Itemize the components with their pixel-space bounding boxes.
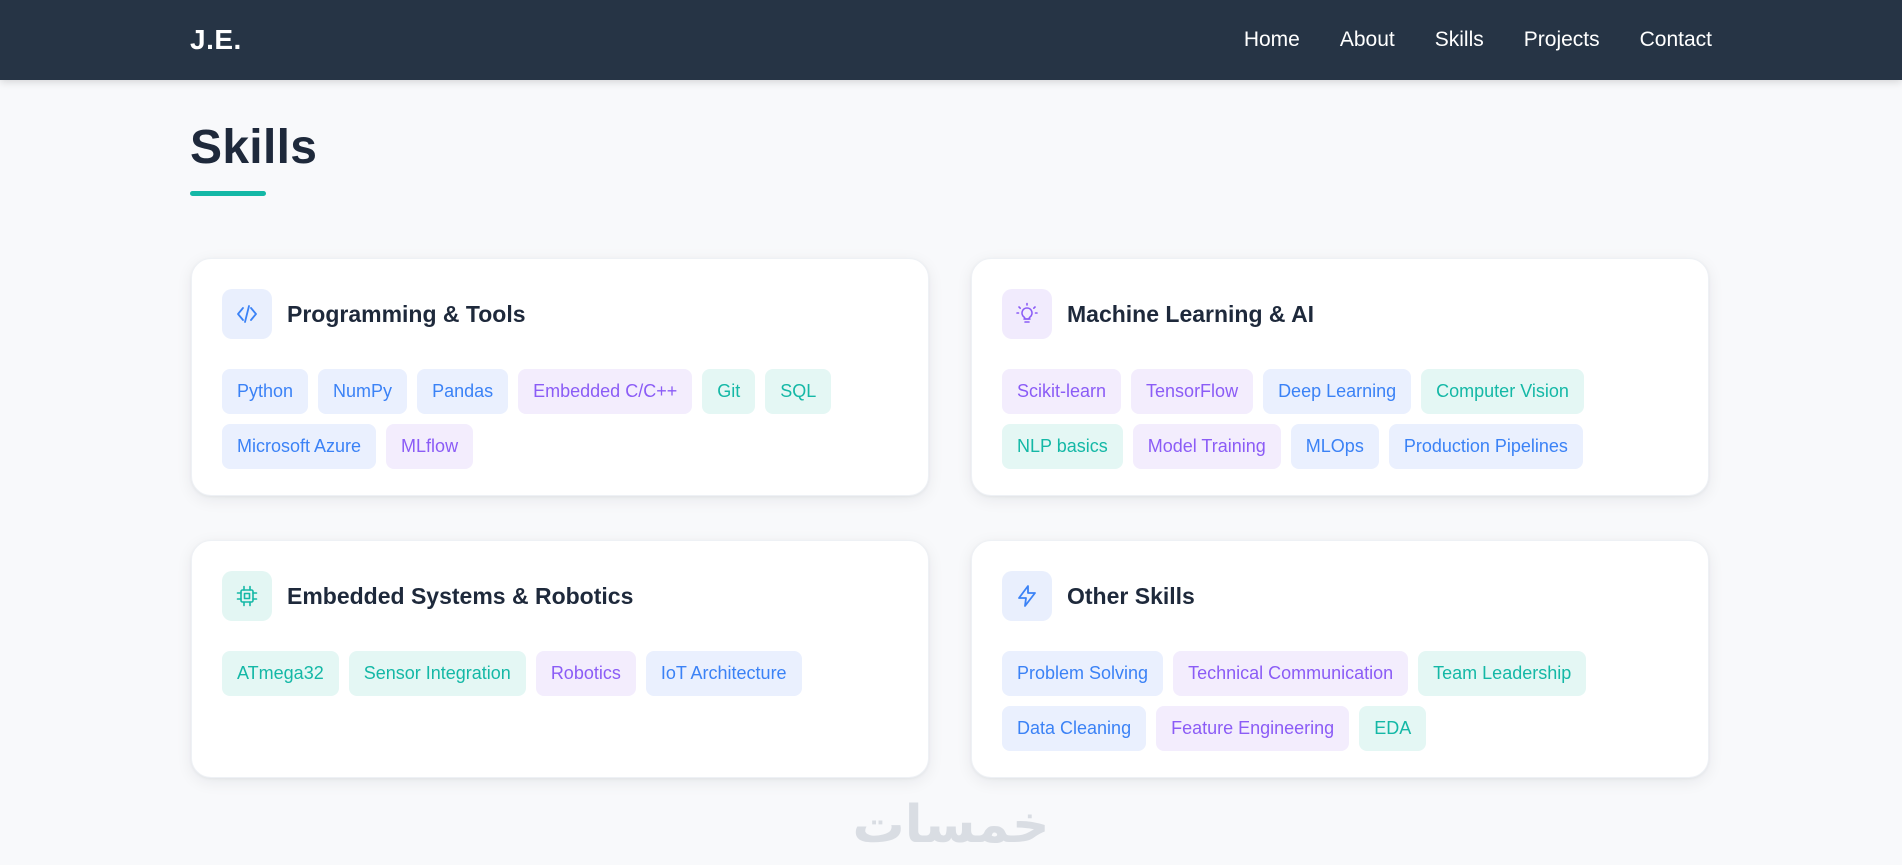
tag-list: Problem Solving Technical Communication Te…: [1002, 651, 1682, 751]
skill-card-programming: Programming & Tools Python NumPy Pandas Emb…: [191, 258, 929, 496]
card-header: Embedded Systems & Robotics: [222, 571, 633, 621]
skill-tag: SQL: [765, 369, 832, 414]
skill-card-machine-learning: Machine Learning & AI Scikit-learn Tensor…: [971, 258, 1709, 496]
tag-list: ATmega32 Sensor Integration Robotics IoT Ar…: [222, 651, 902, 696]
skill-tag: ATmega32: [222, 651, 339, 696]
skill-tag: NLP basics: [1002, 424, 1123, 469]
skill-tag: Production Pipelines: [1388, 424, 1583, 469]
skill-tag: Model Training: [1132, 424, 1281, 469]
nav-links: Home About Skills Projects Contact: [1244, 0, 1712, 80]
lightbulb-icon: [1002, 289, 1052, 339]
skill-tag: Team Leadership: [1418, 651, 1587, 696]
navbar: J.E. Home About Skills Projects Contact: [0, 0, 1902, 80]
skill-tag: EDA: [1359, 706, 1427, 751]
skill-card-other: Other Skills Problem Solving Technical Co…: [971, 540, 1709, 778]
card-title: Embedded Systems & Robotics: [287, 582, 634, 609]
watermark-text: خمسات: [852, 798, 1049, 854]
card-title: Machine Learning & AI: [1067, 300, 1315, 327]
skill-tag: Python: [222, 369, 309, 414]
skill-tag: Sensor Integration: [348, 651, 526, 696]
nav-link-about[interactable]: About: [1340, 28, 1395, 52]
skill-tag: Microsoft Azure: [222, 424, 377, 469]
nav-link-skills[interactable]: Skills: [1435, 28, 1484, 52]
nav-link-contact[interactable]: Contact: [1640, 28, 1712, 52]
card-header: Machine Learning & AI: [1002, 289, 1314, 339]
lightning-bolt-icon: [1002, 571, 1052, 621]
skill-tag: Feature Engineering: [1156, 706, 1350, 751]
card-header: Other Skills: [1002, 571, 1195, 621]
skill-tag: Computer Vision: [1421, 369, 1584, 414]
skill-tag: MLflow: [386, 424, 474, 469]
title-underline: [190, 191, 266, 196]
card-title: Programming & Tools: [287, 300, 526, 327]
skill-tag: Data Cleaning: [1002, 706, 1147, 751]
skill-tag: Scikit-learn: [1002, 369, 1122, 414]
card-header: Programming & Tools: [222, 289, 526, 339]
skill-tag: Problem Solving: [1002, 651, 1164, 696]
tag-list: Scikit-learn TensorFlow Deep Learning Compu…: [1002, 369, 1682, 469]
skill-tag: MLOps: [1290, 424, 1379, 469]
card-title: Other Skills: [1067, 582, 1195, 609]
skill-tag: TensorFlow: [1131, 369, 1254, 414]
section-title: Skills: [190, 121, 318, 174]
skill-tag: Deep Learning: [1263, 369, 1412, 414]
tag-list: Python NumPy Pandas Embedded C/C++ Git SQL Mic…: [222, 369, 902, 469]
skill-card-embedded: Embedded Systems & Robotics ATmega32 Sens…: [191, 540, 929, 778]
code-icon: [222, 289, 272, 339]
skill-tag: IoT Architecture: [645, 651, 802, 696]
skill-tag: Pandas: [417, 369, 509, 414]
watermark-logo: خمسات: [852, 798, 1049, 854]
skill-tag: Technical Communication: [1173, 651, 1409, 696]
nav-link-home[interactable]: Home: [1244, 28, 1300, 52]
brand-logo[interactable]: J.E.: [190, 0, 242, 80]
nav-link-projects[interactable]: Projects: [1524, 28, 1600, 52]
skill-tag: Robotics: [535, 651, 636, 696]
skill-tag: NumPy: [318, 369, 408, 414]
skill-tag: Embedded C/C++: [518, 369, 693, 414]
skill-tag: Git: [702, 369, 756, 414]
cpu-chip-icon: [222, 571, 272, 621]
